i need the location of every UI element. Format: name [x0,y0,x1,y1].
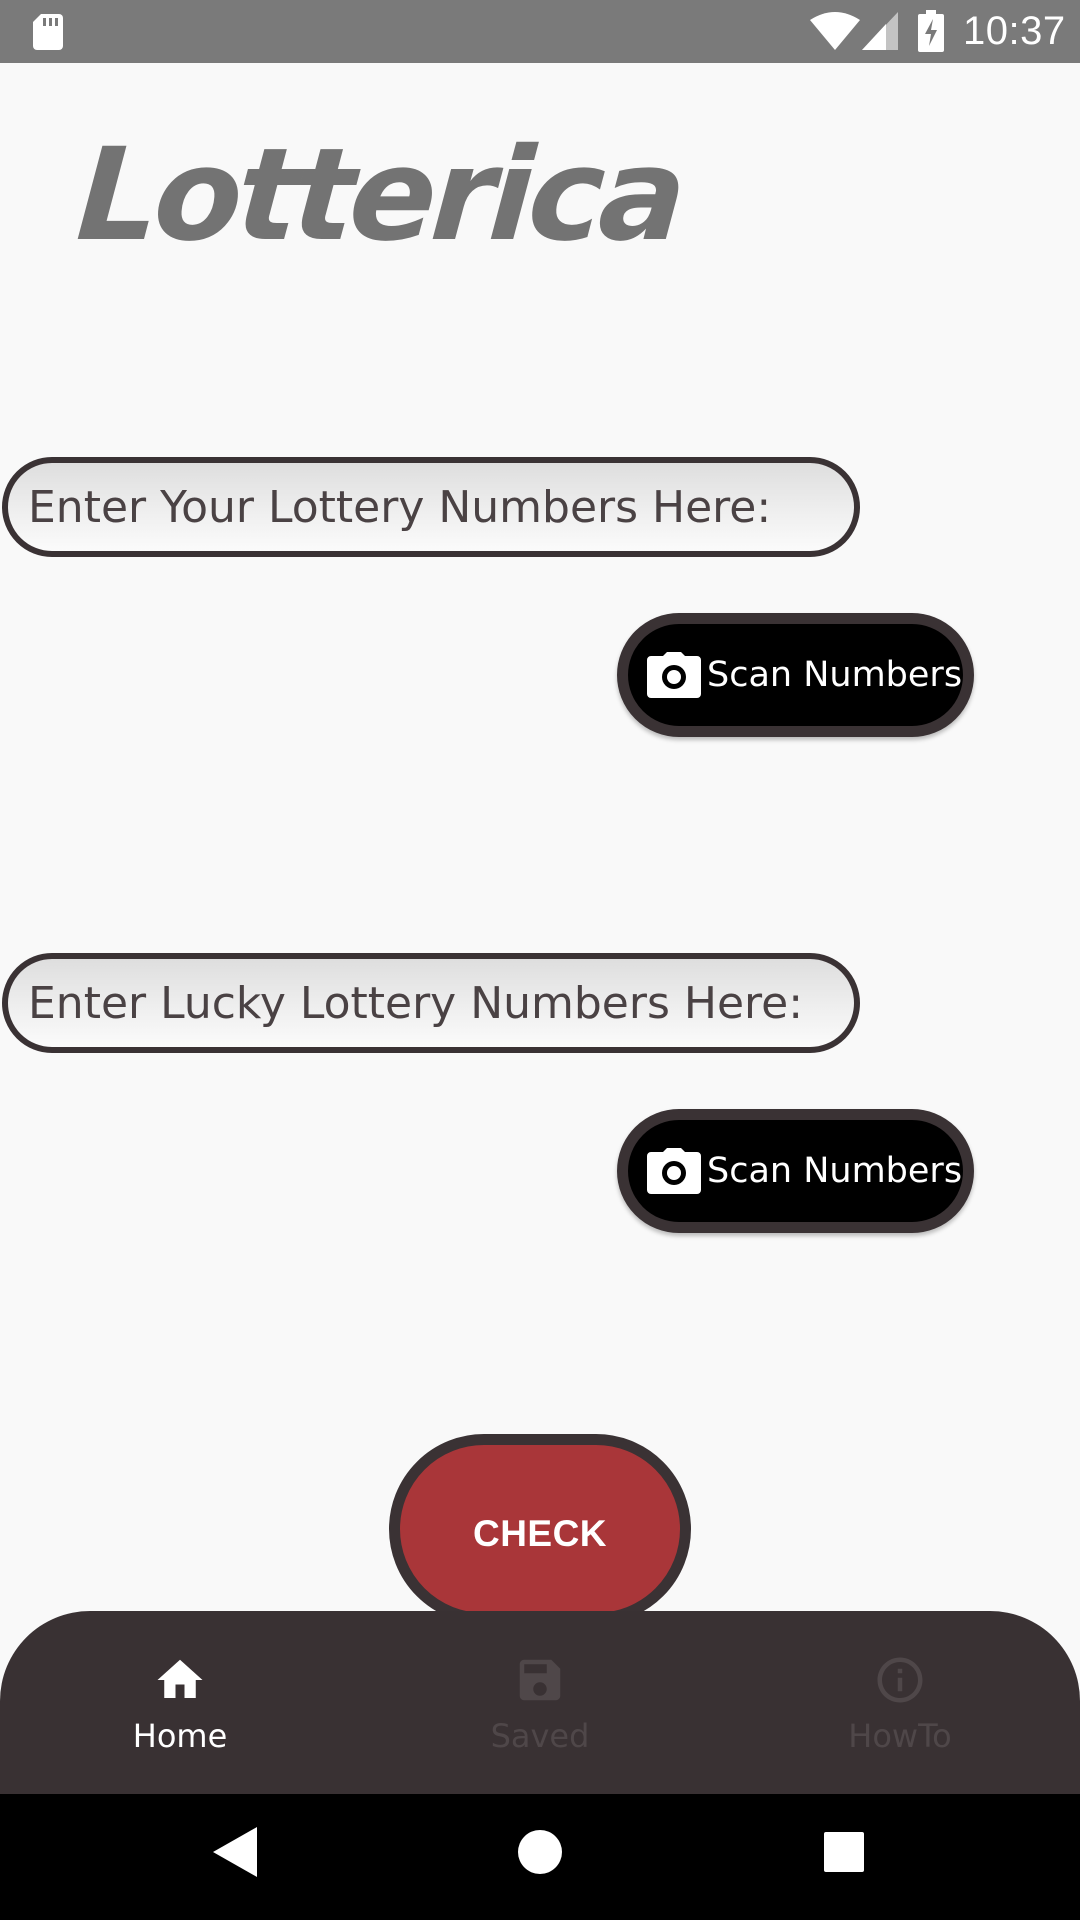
bottom-navigation: Home Saved HowTo [0,1611,1080,1794]
nav-item-saved[interactable]: Saved [360,1611,720,1794]
app-screen: 10:37 Lotterica Scan Numbers Scan Number… [0,0,1080,1920]
app-logo: Lotterica [72,121,687,270]
scan-lucky-numbers-button[interactable]: Scan Numbers [617,1109,974,1233]
wifi-icon [810,12,860,50]
lucky-numbers-field-container [2,953,860,1053]
nav-item-home[interactable]: Home [0,1611,360,1794]
scan-button-label: Scan Numbers [707,1151,963,1191]
nav-label-saved: Saved [490,1717,590,1755]
home-circle-icon[interactable] [518,1830,562,1874]
battery-charging-icon [918,10,944,52]
status-bar: 10:37 [0,0,1080,63]
camera-icon [647,652,701,698]
system-navigation-bar [0,1794,1080,1920]
nav-item-howto[interactable]: HowTo [720,1611,1080,1794]
back-icon[interactable] [213,1827,257,1877]
status-time: 10:37 [963,9,1066,53]
check-button[interactable]: CHECK [389,1434,691,1624]
nav-label-howto: HowTo [848,1717,952,1755]
lucky-numbers-input[interactable] [8,959,854,1047]
save-icon [519,1659,561,1701]
scan-your-numbers-button[interactable]: Scan Numbers [617,613,974,737]
camera-icon [647,1148,701,1194]
your-numbers-input[interactable] [8,463,854,551]
scan-button-label: Scan Numbers [707,655,963,695]
home-icon [157,1659,203,1698]
info-icon [877,1657,923,1703]
your-numbers-field-container [2,457,860,557]
check-button-label: CHECK [472,1513,608,1554]
recents-icon[interactable] [824,1832,864,1872]
sd-card-icon [33,14,63,50]
signal-icon [862,12,898,50]
nav-label-home: Home [132,1717,228,1755]
